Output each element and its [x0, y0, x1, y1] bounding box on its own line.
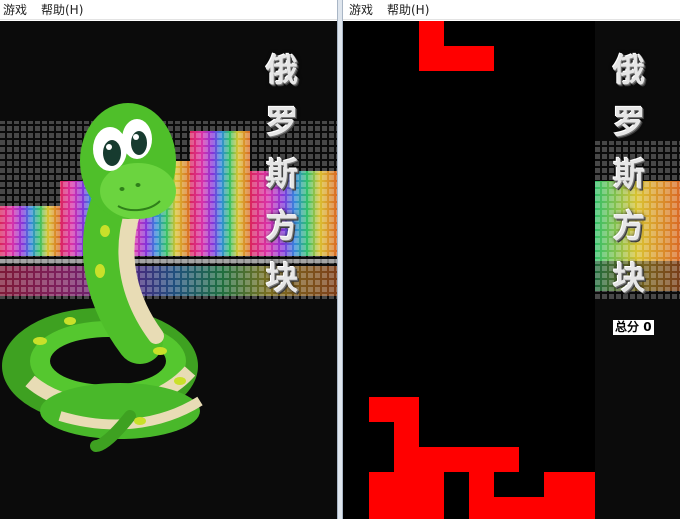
game-canvas: 俄 罗 斯 方 块 总分 0: [343, 21, 680, 519]
stacked-block: [544, 472, 595, 497]
start-screen-window: 游戏 帮助(H) 俄 罗 斯 方 块: [0, 0, 337, 519]
game-title: 俄 罗 斯 方 块: [613, 44, 645, 304]
title-char: 块: [266, 259, 299, 297]
stacked-block: [469, 497, 595, 519]
game-window: 游戏 帮助(H) 俄 罗 斯 方 块 总分 0: [343, 0, 680, 519]
game-title: 俄 罗 斯 方 块: [266, 44, 298, 304]
title-char: 俄: [266, 51, 299, 89]
title-char: 块: [613, 259, 646, 297]
score-display: 总分 0: [613, 320, 654, 335]
menu-help[interactable]: 帮助(H): [41, 0, 83, 20]
title-char: 斯: [613, 155, 646, 193]
menu-help[interactable]: 帮助(H): [387, 0, 429, 20]
score-label: 总分: [615, 320, 640, 334]
title-char: 俄: [613, 51, 646, 89]
title-char: 斯: [266, 155, 299, 193]
menu-bar: 游戏 帮助(H): [343, 0, 680, 20]
stacked-block: [369, 472, 444, 497]
stacked-block: [469, 472, 494, 497]
game-board[interactable]: [343, 21, 595, 519]
stacked-block: [369, 497, 444, 519]
stacked-block: [369, 397, 419, 422]
menu-game[interactable]: 游戏: [349, 0, 373, 20]
falling-block: [419, 46, 494, 71]
stacked-block: [394, 422, 419, 447]
stacked-block: [469, 447, 519, 472]
title-char: 罗: [266, 103, 299, 141]
menu-game[interactable]: 游戏: [3, 0, 27, 20]
title-char: 方: [266, 207, 299, 245]
menu-bar: 游戏 帮助(H): [0, 0, 337, 20]
falling-block: [419, 21, 444, 46]
score-value: 0: [643, 320, 652, 334]
start-screen-canvas: 俄 罗 斯 方 块: [0, 21, 337, 519]
title-char: 方: [613, 207, 646, 245]
title-char: 罗: [613, 103, 646, 141]
stacked-block: [394, 447, 469, 472]
